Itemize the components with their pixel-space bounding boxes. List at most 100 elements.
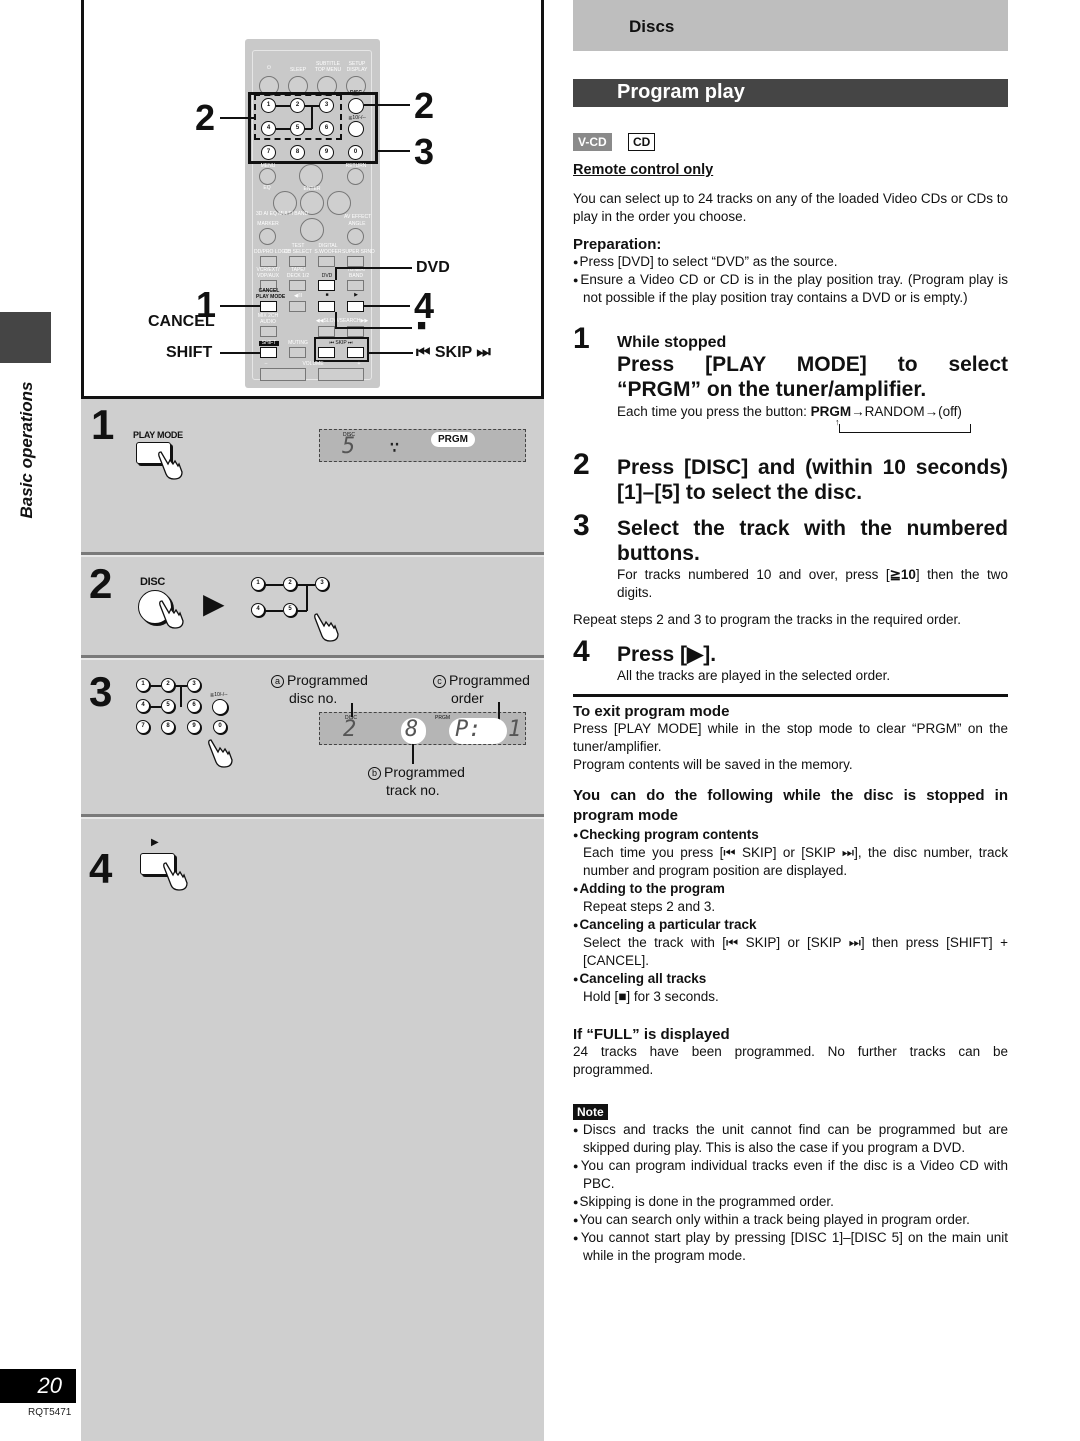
power-label: ⏻: [267, 65, 271, 71]
section-tab-marker: [0, 312, 51, 363]
step-4-heading: Press [▶].: [617, 643, 717, 666]
panel-divider-highlight: [81, 555, 544, 557]
callout-line: [378, 150, 410, 152]
deck-label: DECK 1/2: [286, 273, 310, 279]
cycle-arrow-head-icon: ↑: [835, 417, 840, 427]
preparation-item: Press [DVD] to select “DVD” as the sourc…: [573, 253, 1008, 271]
ge10-illustrated-label: ≧10/-/--: [210, 692, 228, 698]
note-badge: Note: [573, 1104, 608, 1120]
repeat-note: Repeat steps 2 and 3 to program the trac…: [573, 612, 961, 627]
document-code: RQT5471: [28, 1407, 72, 1418]
section-header: Discs: [573, 0, 1008, 51]
slow-label: ◀/II: [293, 293, 302, 299]
cycle-rest: →RANDOM→(off): [851, 404, 962, 419]
marker-button: [259, 228, 276, 245]
remote-only-heading: Remote control only: [573, 162, 714, 178]
play-label: ▶: [354, 292, 358, 298]
section-title: Discs: [629, 17, 675, 36]
down-button: [300, 218, 324, 242]
display-label: DISPLAY: [346, 67, 368, 73]
stop-button: [318, 301, 335, 312]
prgm-indicator: PRGM: [431, 432, 475, 447]
callout-line: [220, 305, 260, 307]
callout-line: [335, 267, 337, 280]
stop-label: ■: [325, 292, 329, 298]
display-disc-digit: 5: [342, 434, 356, 459]
annotation-marker: a: [271, 675, 284, 688]
pressing-hand-icon: [208, 739, 233, 768]
full-body: 24 tracks have been programmed. No furth…: [573, 1044, 1008, 1077]
option-body: Repeat steps 2 and 3.: [583, 899, 716, 914]
full-block: If “FULL” is displayed 24 tracks have be…: [573, 1026, 1008, 1079]
track-5-button: 5: [161, 699, 175, 713]
band-label: BAND: [349, 273, 363, 279]
shift-button: [260, 347, 277, 358]
callout-line: [335, 327, 412, 329]
cycle-return-arrow: [839, 424, 971, 433]
super-srnd-button: [347, 256, 364, 267]
step-1-precondition: While stopped: [617, 334, 727, 351]
step-3-block: Select the track with the numbered butto…: [617, 516, 1008, 602]
connector-line: [180, 685, 182, 707]
track-0-button: 0: [213, 720, 227, 734]
page-title: Program play: [617, 81, 745, 103]
slow-button: [289, 301, 306, 312]
right-button: [327, 191, 351, 215]
callout-shift: SHIFT: [166, 344, 213, 361]
display-program-order: P: 1: [455, 717, 522, 742]
annotation-text: disc no.: [289, 690, 338, 706]
vdp-label: VDP/AUX: [257, 273, 279, 279]
annotation-text: Programmed: [287, 672, 368, 688]
callout-line: [336, 267, 412, 269]
full-heading: If “FULL” is displayed: [573, 1026, 730, 1043]
disc-4-button: 4: [251, 603, 265, 617]
annotation-line: [412, 742, 414, 764]
note-item: Skipping is done in the programmed order…: [573, 1193, 1008, 1211]
ch-select-button: [289, 256, 306, 267]
preparation-block: Preparation: Press [DVD] to select “DVD”…: [573, 236, 1008, 307]
muting-button: [289, 347, 306, 358]
audio-label: AUDIO: [260, 319, 276, 325]
step-1-heading-line2: “PRGM” on the tuner/amplifier.: [617, 378, 927, 401]
track-2-button: 2: [161, 678, 175, 692]
option-title: Canceling a particular track: [573, 916, 1008, 934]
callout-step-2-left: 2: [195, 97, 216, 138]
callout-skip: ⏮ SKIP ⏭: [416, 344, 491, 361]
illustration-step-number: 4: [89, 845, 113, 892]
annotation-disc-no: a Programmed disc no.: [271, 671, 368, 707]
display-disc-number: 2: [343, 717, 357, 742]
callout-cancel: CANCEL: [148, 313, 215, 330]
display-track-number: 8: [405, 717, 419, 742]
connector-line: [150, 706, 161, 708]
callout-step-3: 3: [414, 131, 435, 172]
sleep-label: SLEEP: [289, 67, 307, 73]
page-number: 20: [0, 1369, 76, 1403]
connector-line: [297, 610, 307, 612]
volume-label: VOLUME: [302, 361, 324, 367]
track-9-button: 9: [187, 720, 201, 734]
step-1-body-text: Each time you press the button:: [617, 404, 807, 419]
play-button: [347, 301, 364, 312]
option-body: Hold [■] for 3 seconds.: [583, 989, 719, 1004]
note-block: Note Discs and tracks the unit cannot fi…: [573, 1103, 1008, 1265]
volume-down-button: [260, 368, 306, 381]
note-item: Discs and tracks the unit cannot find ca…: [573, 1121, 1008, 1157]
ge10-illustrated-button: [212, 699, 228, 715]
step-3-heading: Select the track with the numbered butto…: [617, 517, 1008, 565]
ge10-key: ≧10: [889, 567, 916, 582]
preparation-heading: Preparation:: [573, 236, 662, 253]
then-arrow-icon: ▶: [203, 588, 225, 619]
option-body: Select the track with [⏮ SKIP] or [SKIP …: [583, 935, 1008, 968]
tape-button: [289, 280, 306, 291]
tuner-button: [347, 280, 364, 291]
track-8-button: 8: [161, 720, 175, 734]
option-title: Checking program contents: [573, 826, 1008, 844]
section-label: Basic operations: [17, 381, 36, 519]
multi-band-label: 3D AI EQ MULTI BAND: [256, 211, 308, 217]
step-3-body-text: For tracks numbered 10 and over, press [: [617, 567, 890, 582]
disc-1-button: 1: [251, 577, 265, 591]
annotation-text: Programmed: [384, 764, 465, 780]
track-7-button: 7: [136, 720, 150, 734]
volume-plus-label: +: [357, 361, 361, 367]
annotation-text: order: [451, 690, 484, 706]
